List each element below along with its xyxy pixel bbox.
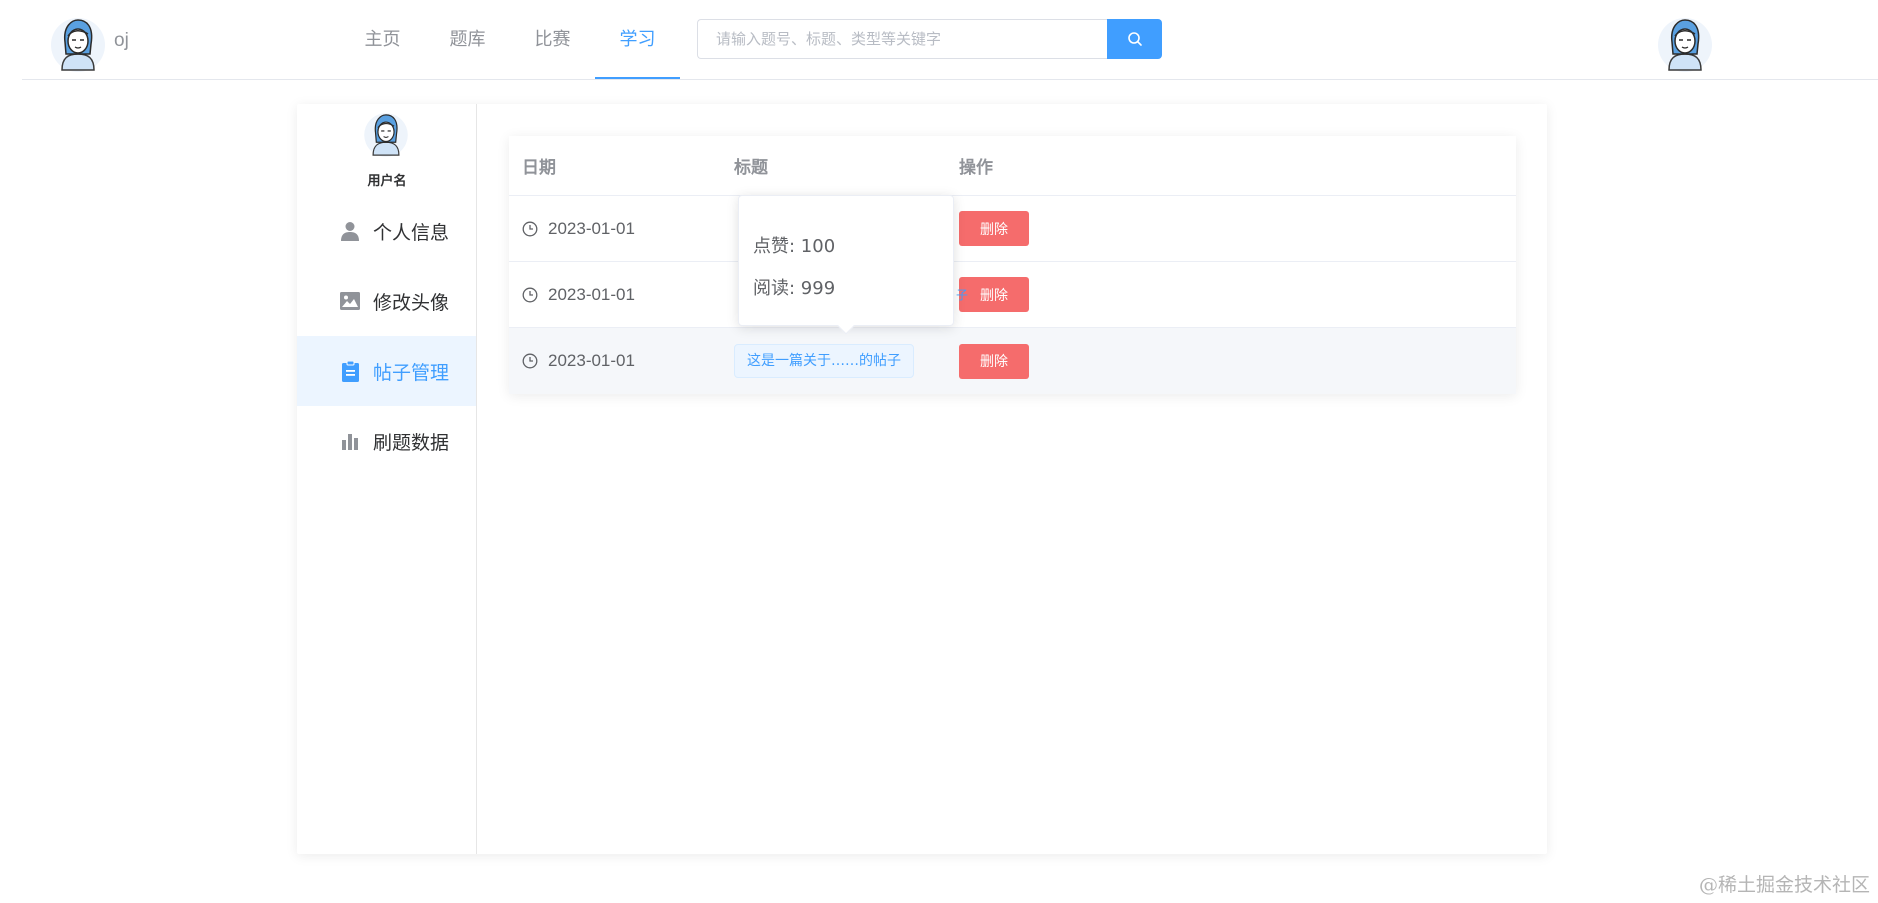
post-stats-popover: 点赞: 100 阅读: 999	[738, 195, 954, 335]
sidebar-username: 用户名	[367, 174, 407, 189]
girl-avatar-icon	[364, 113, 408, 157]
date-cell: 2023-01-01	[509, 219, 734, 239]
main-nav: 主页 题库 比赛 学习	[340, 0, 680, 80]
action-cell: 删除	[959, 343, 1516, 379]
sidebar-item-label: 个人信息	[373, 221, 450, 244]
girl-avatar-icon	[1658, 18, 1712, 72]
sidebar-item-avatar[interactable]: 修改头像	[297, 266, 476, 336]
nav-item-problems[interactable]: 题库	[425, 0, 510, 80]
image-icon	[339, 290, 361, 312]
nav-item-learn[interactable]: 学习	[595, 0, 680, 80]
sidebar-avatar[interactable]	[363, 110, 409, 160]
sidebar-item-label: 帖子管理	[373, 361, 450, 384]
sidebar-item-profile[interactable]: 个人信息	[297, 196, 476, 266]
search-button[interactable]	[1107, 19, 1162, 59]
clock-icon	[522, 221, 538, 236]
title-cell: 这是一篇关于……的帖子	[734, 344, 959, 378]
sidebar: 用户名 个人信息 修改头像 帖子管理 刷题数据	[297, 104, 477, 854]
top-header: oj 主页 题库 比赛 学习	[0, 0, 1878, 80]
date-cell: 2023-01-01	[509, 351, 734, 371]
action-cell: 删除	[959, 277, 1516, 312]
date-cell: 2023-01-01	[509, 285, 734, 305]
table-row: 2023-01-01 删除	[509, 262, 1516, 328]
clock-icon	[522, 287, 538, 302]
clock-icon	[522, 353, 538, 369]
action-cell: 删除	[959, 211, 1516, 246]
sidebar-item-label: 修改头像	[373, 291, 450, 314]
table-header: 日期 标题 操作	[509, 136, 1516, 196]
watermark: @稀土掘金技术社区	[1698, 874, 1870, 896]
delete-button[interactable]: 删除	[959, 211, 1029, 246]
sidebar-item-posts[interactable]: 帖子管理	[297, 336, 476, 406]
column-header-action: 操作	[959, 158, 993, 178]
nav-item-contests[interactable]: 比赛	[510, 0, 595, 80]
likes-count: 点赞: 100	[753, 236, 836, 257]
header-divider	[22, 79, 1878, 80]
sidebar-menu: 个人信息 修改头像 帖子管理 刷题数据	[297, 196, 476, 476]
bar-chart-icon	[339, 430, 361, 452]
clipboard-icon	[339, 360, 361, 382]
date-text: 2023-01-01	[548, 218, 635, 238]
post-title-tag[interactable]: 这是一篇关于……的帖子	[734, 344, 914, 378]
column-header-date: 日期	[522, 158, 556, 178]
nav-item-home[interactable]: 主页	[340, 0, 425, 80]
sidebar-item-label: 刷题数据	[373, 431, 450, 454]
user-icon	[339, 220, 361, 242]
logo-text[interactable]: oj	[114, 30, 129, 52]
table-row: 2023-01-01 这是一篇关于……的帖子 删除	[509, 328, 1516, 394]
date-text: 2023-01-01	[548, 351, 635, 370]
girl-avatar-icon	[51, 18, 105, 72]
column-header-title: 标题	[734, 158, 768, 178]
search-icon	[1127, 32, 1142, 46]
delete-button[interactable]: 删除	[959, 277, 1029, 312]
table-row: 2023-01-01 删除	[509, 196, 1516, 262]
search-input[interactable]	[697, 19, 1107, 59]
logo-avatar[interactable]	[50, 14, 106, 76]
date-text: 2023-01-01	[548, 284, 635, 304]
user-avatar[interactable]	[1657, 14, 1713, 76]
sidebar-item-stats[interactable]: 刷题数据	[297, 406, 476, 476]
hidden-title-peek: 子	[956, 288, 969, 302]
posts-table: 日期 标题 操作 2023-01-01 删除 2023-01-01 删除 202…	[509, 136, 1516, 394]
reads-count: 阅读: 999	[753, 278, 836, 299]
delete-button[interactable]: 删除	[959, 343, 1029, 379]
